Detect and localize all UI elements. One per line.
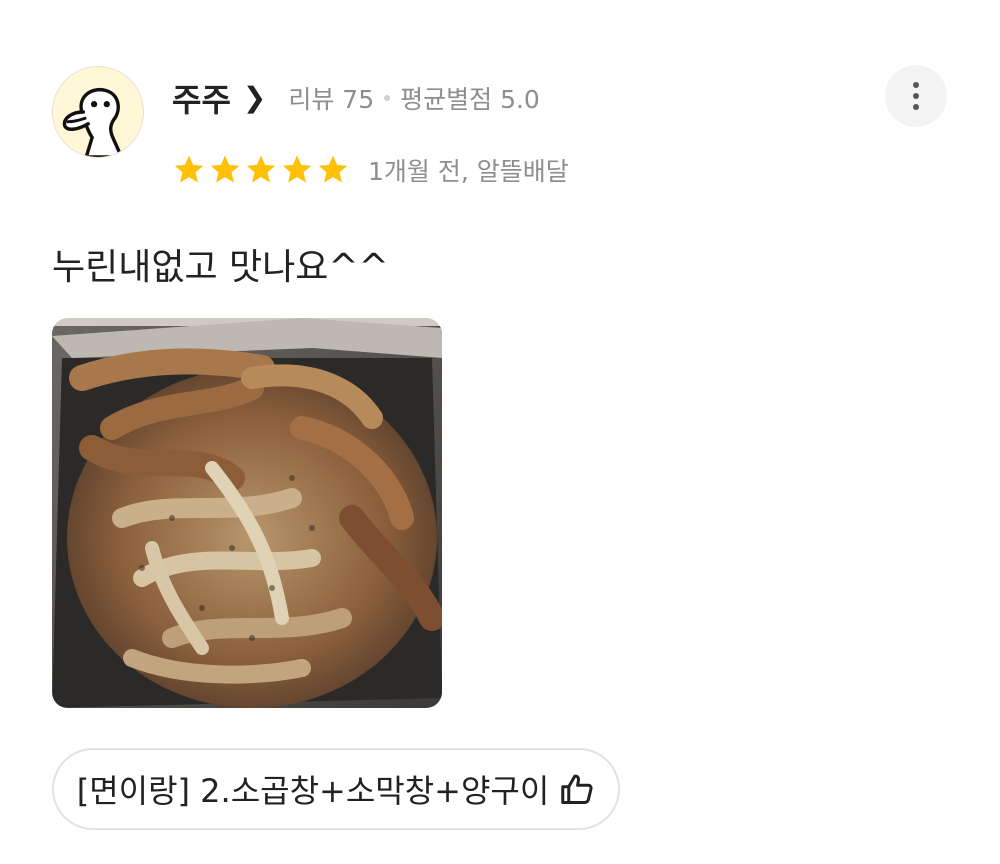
review-photo[interactable]: [52, 318, 442, 708]
separator-dot: [384, 95, 391, 101]
menu-name: [면이랑] 2.소곱창+소막창+양구이: [76, 772, 550, 810]
review-date: 1개월 전, 알뜰배달: [368, 157, 569, 186]
average-rating-label: 평균별점 5.0: [400, 85, 540, 114]
chevron-right-icon[interactable]: ❯: [243, 84, 266, 112]
user-avatar[interactable]: [52, 66, 144, 158]
review-body: 누린내없고 맛나요^^: [52, 247, 389, 288]
star-icon: [318, 155, 348, 183]
more-vertical-icon-dot: [913, 104, 919, 110]
star-icon: [282, 155, 312, 183]
star-icon: [210, 155, 240, 183]
star-icon: [246, 155, 276, 183]
ordered-menu-chip[interactable]: [면이랑] 2.소곱창+소막창+양구이: [52, 748, 620, 830]
user-stats: 리뷰 75 평균별점 5.0: [288, 80, 539, 116]
duck-avatar-illustration: [53, 67, 143, 157]
review-header: 주주 ❯ 리뷰 75 평균별점 5.0: [172, 76, 540, 120]
food-photo-image: [52, 318, 442, 708]
more-vertical-icon-dot: [913, 93, 919, 99]
review-count-label: 리뷰 75: [288, 85, 375, 114]
star-icon: [174, 155, 204, 183]
star-rating: [172, 153, 350, 187]
thumbs-up-icon: [561, 774, 593, 804]
username-link[interactable]: 주주: [172, 75, 231, 121]
rating-row: 1개월 전, 알뜰배달: [172, 150, 569, 190]
more-options-button[interactable]: [885, 65, 947, 127]
more-vertical-icon-dot: [913, 82, 919, 88]
